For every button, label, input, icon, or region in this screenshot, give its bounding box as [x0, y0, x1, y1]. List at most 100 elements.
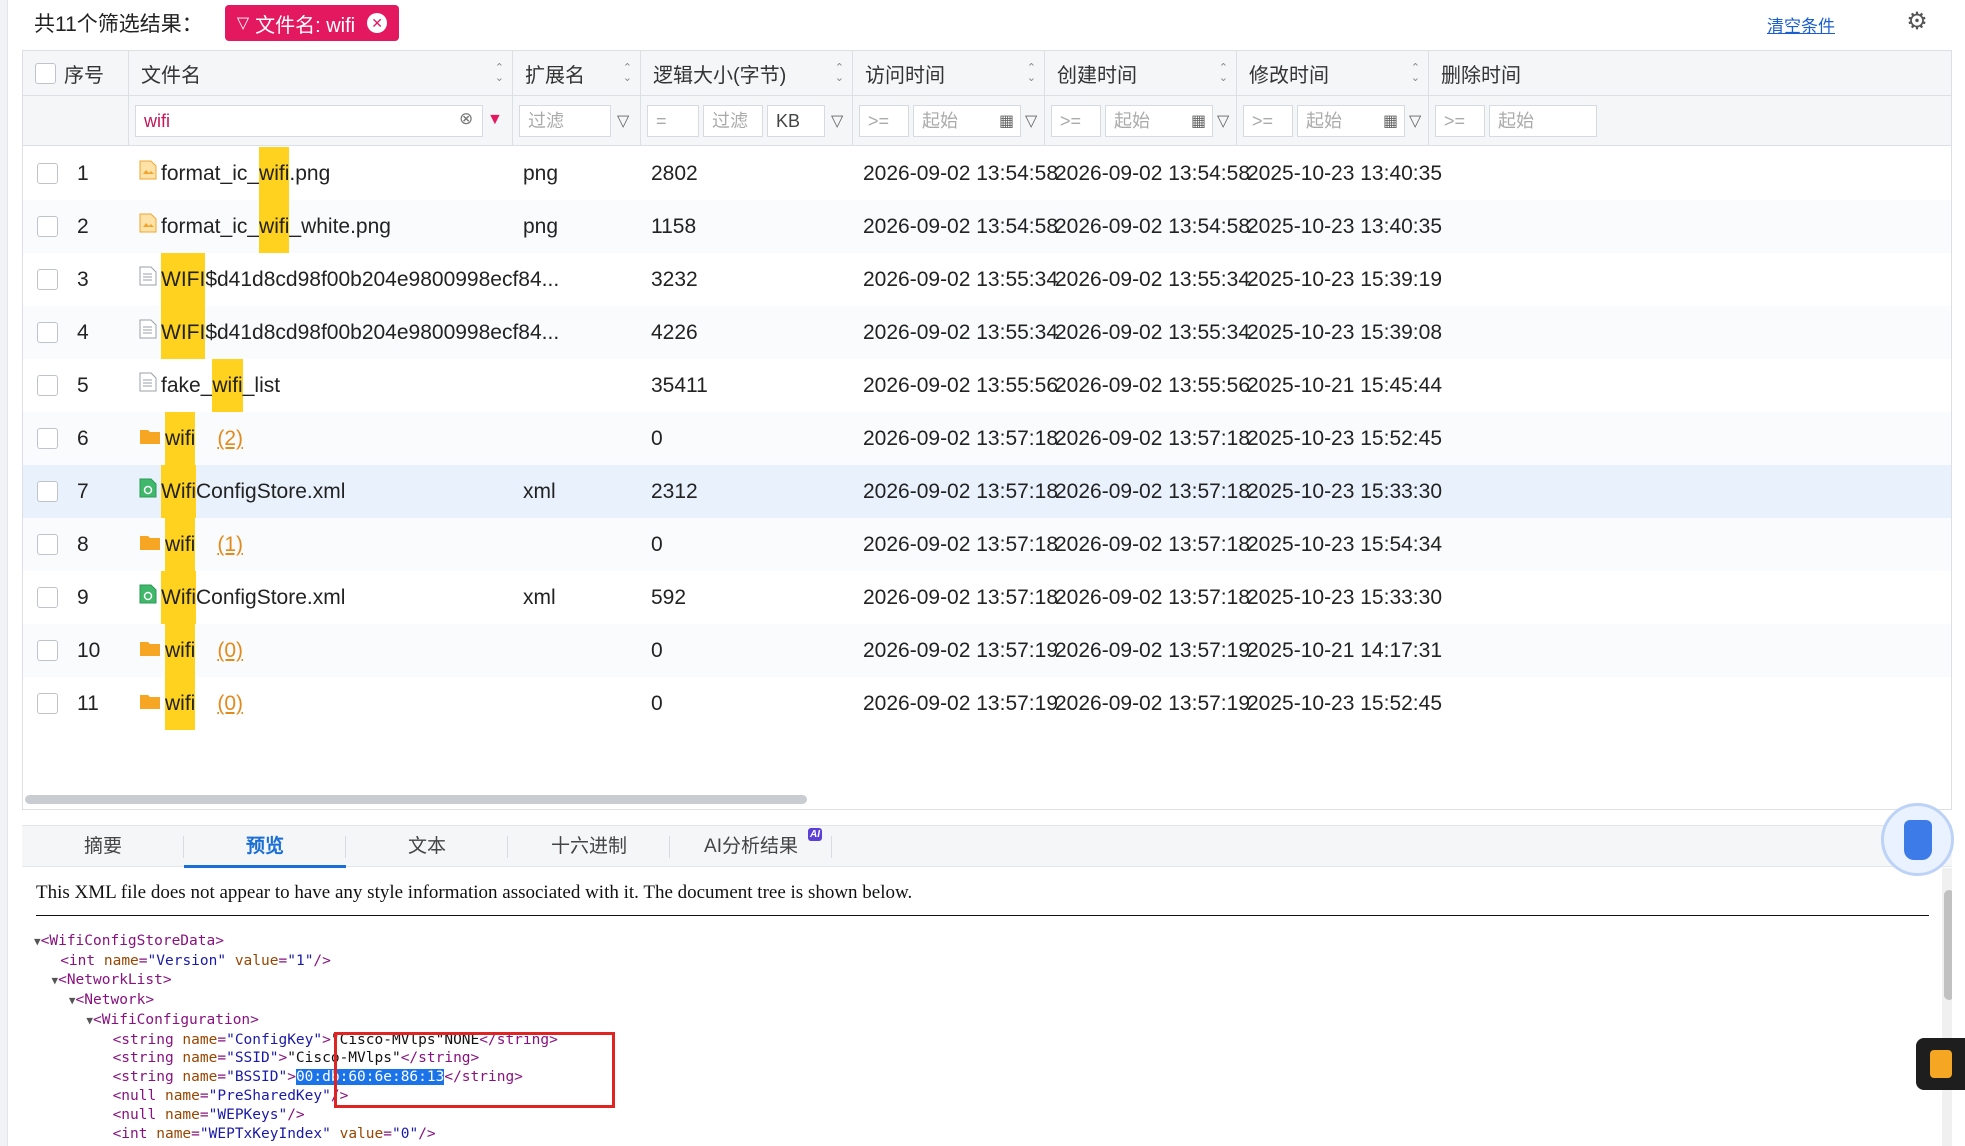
sort-icon[interactable]: ⌃ ⌄ — [1219, 63, 1228, 84]
row-size: 0 — [651, 639, 663, 662]
vertical-scrollbar[interactable] — [1942, 868, 1952, 1146]
calendar-icon[interactable]: ▦ — [1191, 111, 1206, 131]
table-row[interactable]: 9 Wifi ConfigStore.xml xml 592 2026-09-02 13:… — [23, 571, 1951, 624]
table-row[interactable]: 7 Wifi ConfigStore.xml xml 2312 2026-09-02 13… — [23, 465, 1951, 518]
row-filename[interactable]: format_ic_ wifi _white.png — [139, 200, 391, 253]
horizontal-scrollbar[interactable] — [23, 793, 1951, 805]
column-header-created[interactable]: 创建时间 ⌃ ⌄ — [1045, 51, 1237, 96]
table-row[interactable]: 3 WIFI $d41d8cd98f00b204e9800998ecf84... 32… — [23, 253, 1951, 306]
row-checkbox[interactable] — [37, 534, 58, 555]
filter-funnel-icon[interactable]: ▽ — [1025, 111, 1037, 131]
column-header-name[interactable]: 文件名 ⌃ ⌄ — [129, 51, 513, 96]
filter-funnel-icon[interactable]: ▼ — [487, 111, 503, 129]
row-checkbox[interactable] — [37, 587, 58, 608]
clear-input-icon[interactable]: ⊗ — [459, 109, 473, 129]
sort-icon[interactable]: ⌃ ⌄ — [623, 63, 632, 84]
row-checkbox[interactable] — [37, 216, 58, 237]
row-filename[interactable]: format_ic_ wifi .png — [139, 147, 330, 200]
calendar-icon[interactable]: ▦ — [999, 111, 1014, 131]
size-unit-select[interactable]: KB — [767, 105, 825, 137]
row-filename[interactable]: WIFI $d41d8cd98f00b204e9800998ecf84... — [139, 253, 559, 306]
row-size: 4226 — [651, 321, 698, 344]
column-header-ext[interactable]: 扩展名 ⌃ ⌄ — [513, 51, 641, 96]
column-header-seq[interactable]: 序号 — [23, 51, 129, 96]
row-size: 0 — [651, 427, 663, 450]
table-row[interactable]: 6 wifi (2) 0 2026-09-02 13:57:18 2026-09-02 1… — [23, 412, 1951, 465]
size-operator-select[interactable]: = — [647, 105, 699, 137]
collapse-triangle-icon[interactable]: ▼ — [34, 935, 41, 948]
tab-hex[interactable]: 十六进制 — [508, 826, 670, 868]
modified-operator-select[interactable]: >= — [1243, 105, 1293, 137]
column-header-modified[interactable]: 修改时间 ⌃ ⌄ — [1237, 51, 1429, 96]
tab-ai-analysis[interactable]: AI分析结果 AI — [670, 826, 832, 868]
row-checkbox[interactable] — [37, 163, 58, 184]
row-checkbox[interactable] — [37, 428, 58, 449]
sort-icon[interactable]: ⌃ ⌄ — [1411, 63, 1420, 84]
row-filename[interactable]: Wifi ConfigStore.xml — [139, 571, 345, 624]
row-filename[interactable]: wifi (2) — [139, 412, 243, 465]
table-row[interactable]: 4 WIFI $d41d8cd98f00b204e9800998ecf84... 42… — [23, 306, 1951, 359]
child-count-link[interactable]: (2) — [217, 412, 243, 465]
row-filename[interactable]: wifi (1) — [139, 518, 243, 571]
row-access-time: 2026-09-02 13:55:56 — [863, 374, 1058, 397]
remove-filter-icon[interactable]: ✕ — [367, 13, 388, 33]
column-deleted-label: 删除时间 — [1441, 65, 1521, 87]
row-checkbox[interactable] — [37, 269, 58, 290]
active-filter-chip[interactable]: ▽ 文件名: wifi ✕ — [224, 5, 400, 41]
select-all-checkbox[interactable] — [35, 63, 56, 84]
floating-assistant-button[interactable] — [1881, 803, 1954, 876]
size-filter-input[interactable]: 过滤 — [703, 105, 763, 137]
child-count-link[interactable]: (0) — [217, 624, 243, 677]
row-access-time: 2026-09-02 13:57:19 — [863, 692, 1058, 715]
row-checkbox[interactable] — [37, 375, 58, 396]
column-header-deleted[interactable]: 删除时间 — [1429, 51, 1621, 96]
filter-funnel-icon[interactable]: ▽ — [831, 111, 843, 131]
xml-line-root: ▼<WifiConfigStoreData> — [34, 933, 224, 949]
clear-conditions-link[interactable]: 清空条件 — [1767, 12, 1835, 37]
folder-icon — [139, 624, 161, 677]
calendar-icon[interactable]: ▦ — [1383, 111, 1398, 131]
xml-file-icon — [139, 571, 157, 624]
table-row[interactable]: 8 wifi (1) 0 2026-09-02 13:57:18 2026-09-02 1… — [23, 518, 1951, 571]
row-checkbox[interactable] — [37, 481, 58, 502]
row-checkbox[interactable] — [37, 693, 58, 714]
horizontal-scrollbar-thumb[interactable] — [25, 795, 807, 804]
table-row[interactable]: 1 format_ic_ wifi .png png 2802 2026-09-02 13:… — [23, 147, 1951, 200]
table-row[interactable]: 5 fake_ wifi _list 35411 2026-09-02 13:55:56 2… — [23, 359, 1951, 412]
child-count-link[interactable]: (1) — [217, 518, 243, 571]
access-operator-select[interactable]: >= — [859, 105, 909, 137]
table-row[interactable]: 2 format_ic_ wifi _white.png png 1158 2026-09-… — [23, 200, 1951, 253]
result-count-label: 共11个筛选结果： — [34, 13, 203, 36]
row-checkbox[interactable] — [37, 640, 58, 661]
table-row[interactable]: 10 wifi (0) 0 2026-09-02 13:57:19 2026-09-02 … — [23, 624, 1951, 677]
row-filename[interactable]: Wifi ConfigStore.xml — [139, 465, 345, 518]
floating-tool-button[interactable] — [1916, 1038, 1965, 1090]
tab-summary[interactable]: 摘要 — [22, 826, 184, 868]
vertical-scrollbar-thumb[interactable] — [1944, 890, 1952, 1000]
sort-icon[interactable]: ⌃ ⌄ — [1027, 63, 1036, 84]
tab-preview[interactable]: 预览 — [184, 826, 346, 868]
deleted-operator-select[interactable]: >= — [1435, 105, 1485, 137]
settings-gear-icon[interactable]: ⚙ — [1904, 9, 1930, 35]
deleted-start-input[interactable]: 起始 — [1489, 105, 1597, 137]
row-filename[interactable]: WIFI $d41d8cd98f00b204e9800998ecf84... — [139, 306, 559, 359]
column-header-size[interactable]: 逻辑大小(字节) ⌃ ⌄ — [641, 51, 853, 96]
ext-filter-input[interactable]: 过滤 — [519, 105, 611, 137]
row-filename[interactable]: wifi (0) — [139, 624, 243, 677]
row-checkbox[interactable] — [37, 322, 58, 343]
row-filename[interactable]: wifi (0) — [139, 677, 243, 730]
child-count-link[interactable]: (0) — [217, 677, 243, 730]
sort-icon[interactable]: ⌃ ⌄ — [835, 63, 844, 84]
collapse-triangle-icon[interactable]: ▼ — [69, 994, 76, 1007]
table-row[interactable]: 11 wifi (0) 0 2026-09-02 13:57:19 2026-09-02 … — [23, 677, 1951, 730]
sort-icon[interactable]: ⌃ ⌄ — [495, 63, 504, 84]
column-header-access[interactable]: 访问时间 ⌃ ⌄ — [853, 51, 1045, 96]
filter-funnel-icon[interactable]: ▽ — [617, 111, 629, 131]
tab-text[interactable]: 文本 — [346, 826, 508, 868]
filter-funnel-icon[interactable]: ▽ — [1409, 111, 1421, 131]
name-filter-input[interactable]: wifi — [135, 105, 483, 137]
image-file-icon — [139, 200, 157, 253]
created-operator-select[interactable]: >= — [1051, 105, 1101, 137]
filter-funnel-icon[interactable]: ▽ — [1217, 111, 1229, 131]
row-filename[interactable]: fake_ wifi _list — [139, 359, 280, 412]
